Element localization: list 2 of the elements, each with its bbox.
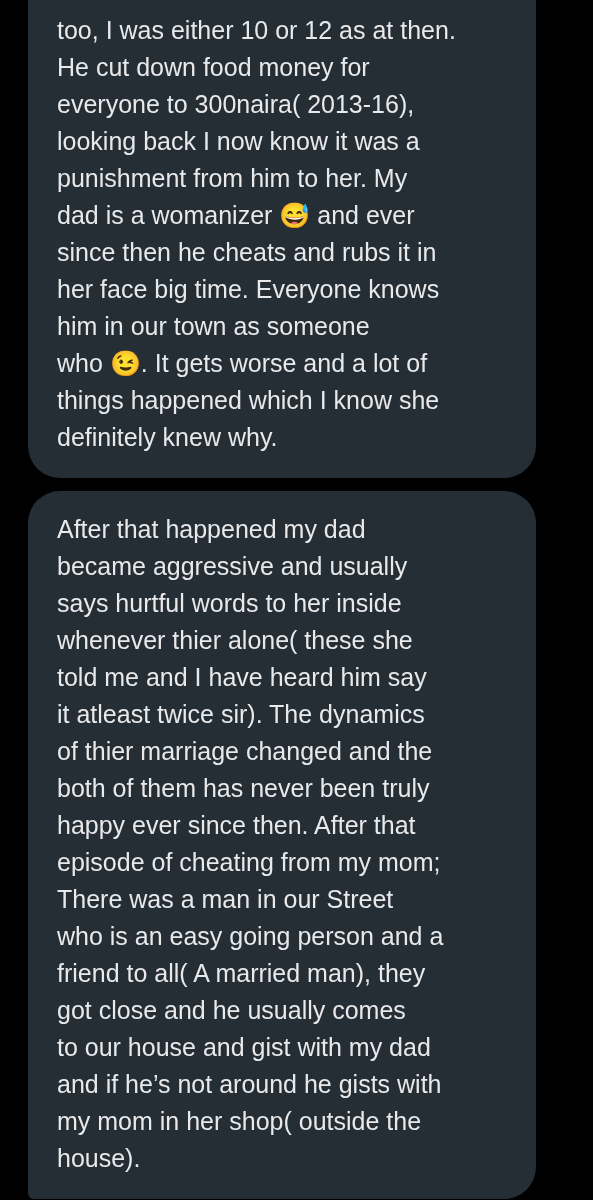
- message-text: too, I was either 10 or 12 as at then. He cut down food money for everyone to 300naira( 2013-16), looking back I now know it was a punishment from him to her. My dad is a womanizer 😅 and ever since then he cheats and rubs it in her face big time. Everyone knows him in our town as someone who 😉. It gets worse and a lot of things happened which I know she definitely knew why.: [57, 15, 457, 453]
- message-text: After that happened my dad became aggressive and usually says hurtful words to her inside whenever thier alone( these she told me and I have heard him say it atleast twice sir). The dynamics of thier marriage changed and the both of them has never been truly happy ever since then. After that episode of cheating from my mom; There was a man in our Street who is an easy going person and a friend to all( A married man), they got close and he usually comes to our house and gist with my dad and if he’s not around he gists with my mom in her shop( outside the house).: [57, 514, 445, 1174]
